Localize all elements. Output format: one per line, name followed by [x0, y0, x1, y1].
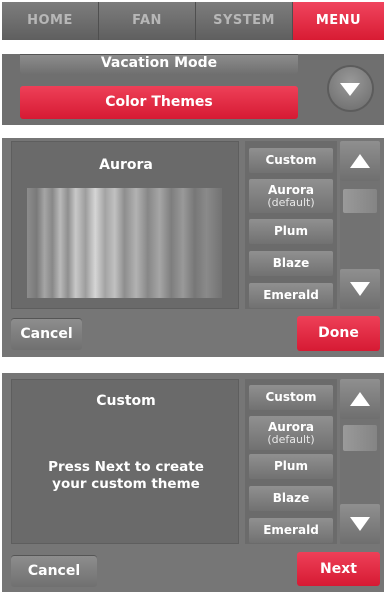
- theme-option-blaze[interactable]: Blaze: [249, 486, 333, 511]
- theme-option-label: Aurora: [267, 420, 314, 434]
- preview-title: Custom: [96, 393, 156, 409]
- arrow-down-icon: [350, 517, 370, 531]
- custom-theme-panel: Custom Press Next to create your custom …: [2, 373, 384, 592]
- top-tab-bar: HOME FAN SYSTEM MENU: [2, 2, 384, 40]
- scroll-down-button[interactable]: [340, 504, 380, 544]
- tab-system[interactable]: SYSTEM: [196, 2, 293, 40]
- chevron-down-icon: [340, 83, 360, 96]
- theme-option-label: Aurora: [267, 183, 314, 197]
- theme-option-custom[interactable]: Custom: [249, 148, 333, 173]
- theme-option-plum[interactable]: Plum: [249, 454, 333, 479]
- color-themes-item[interactable]: Color Themes: [20, 86, 298, 119]
- theme-option-aurora[interactable]: Aurora (default): [249, 416, 333, 450]
- theme-list-scrollbar: [340, 379, 380, 544]
- theme-preview: Custom Press Next to create your custom …: [11, 379, 239, 544]
- scroll-down-button[interactable]: [329, 67, 372, 110]
- theme-list-scrollbar: [340, 141, 380, 309]
- theme-option-default-note: (default): [267, 196, 315, 209]
- vacation-mode-item[interactable]: Vacation Mode: [20, 54, 298, 74]
- done-button[interactable]: Done: [297, 316, 380, 351]
- arrow-up-icon: [350, 154, 370, 168]
- cancel-button[interactable]: Cancel: [11, 555, 97, 587]
- menu-panel: Vacation Mode Color Themes: [2, 54, 384, 125]
- preview-title: Aurora: [99, 157, 153, 173]
- instruction-line: your custom theme: [52, 476, 200, 492]
- scroll-down-button[interactable]: [340, 269, 380, 309]
- theme-option-custom[interactable]: Custom: [249, 385, 333, 410]
- custom-theme-instruction: Press Next to create your custom theme: [12, 459, 240, 493]
- next-button[interactable]: Next: [297, 552, 380, 586]
- theme-option-blaze[interactable]: Blaze: [249, 251, 333, 276]
- theme-option-emerald[interactable]: Emerald: [249, 518, 333, 543]
- scroll-up-button[interactable]: [340, 379, 380, 419]
- cancel-button[interactable]: Cancel: [11, 318, 82, 350]
- theme-option-aurora[interactable]: Aurora (default): [249, 179, 333, 213]
- arrow-down-icon: [350, 282, 370, 296]
- theme-option-plum[interactable]: Plum: [249, 219, 333, 244]
- tab-menu[interactable]: MENU: [293, 2, 384, 40]
- arrow-up-icon: [350, 392, 370, 406]
- theme-list: Custom Aurora (default) Plum Blaze Emera…: [245, 379, 337, 544]
- theme-option-emerald[interactable]: Emerald: [249, 283, 333, 308]
- scroll-thumb[interactable]: [343, 189, 377, 213]
- scroll-up-button[interactable]: [340, 141, 380, 181]
- tab-fan[interactable]: FAN: [99, 2, 196, 40]
- theme-option-default-note: (default): [267, 433, 315, 446]
- theme-list: Custom Aurora (default) Plum Blaze Emera…: [245, 141, 337, 309]
- scroll-thumb[interactable]: [343, 425, 377, 451]
- theme-preview: Aurora: [11, 141, 239, 309]
- theme-selection-panel: Aurora Custom Aurora (default) Plum Blaz…: [2, 138, 384, 357]
- instruction-line: Press Next to create: [48, 459, 204, 475]
- aurora-gradient-preview: [27, 188, 222, 298]
- tab-home[interactable]: HOME: [2, 2, 99, 40]
